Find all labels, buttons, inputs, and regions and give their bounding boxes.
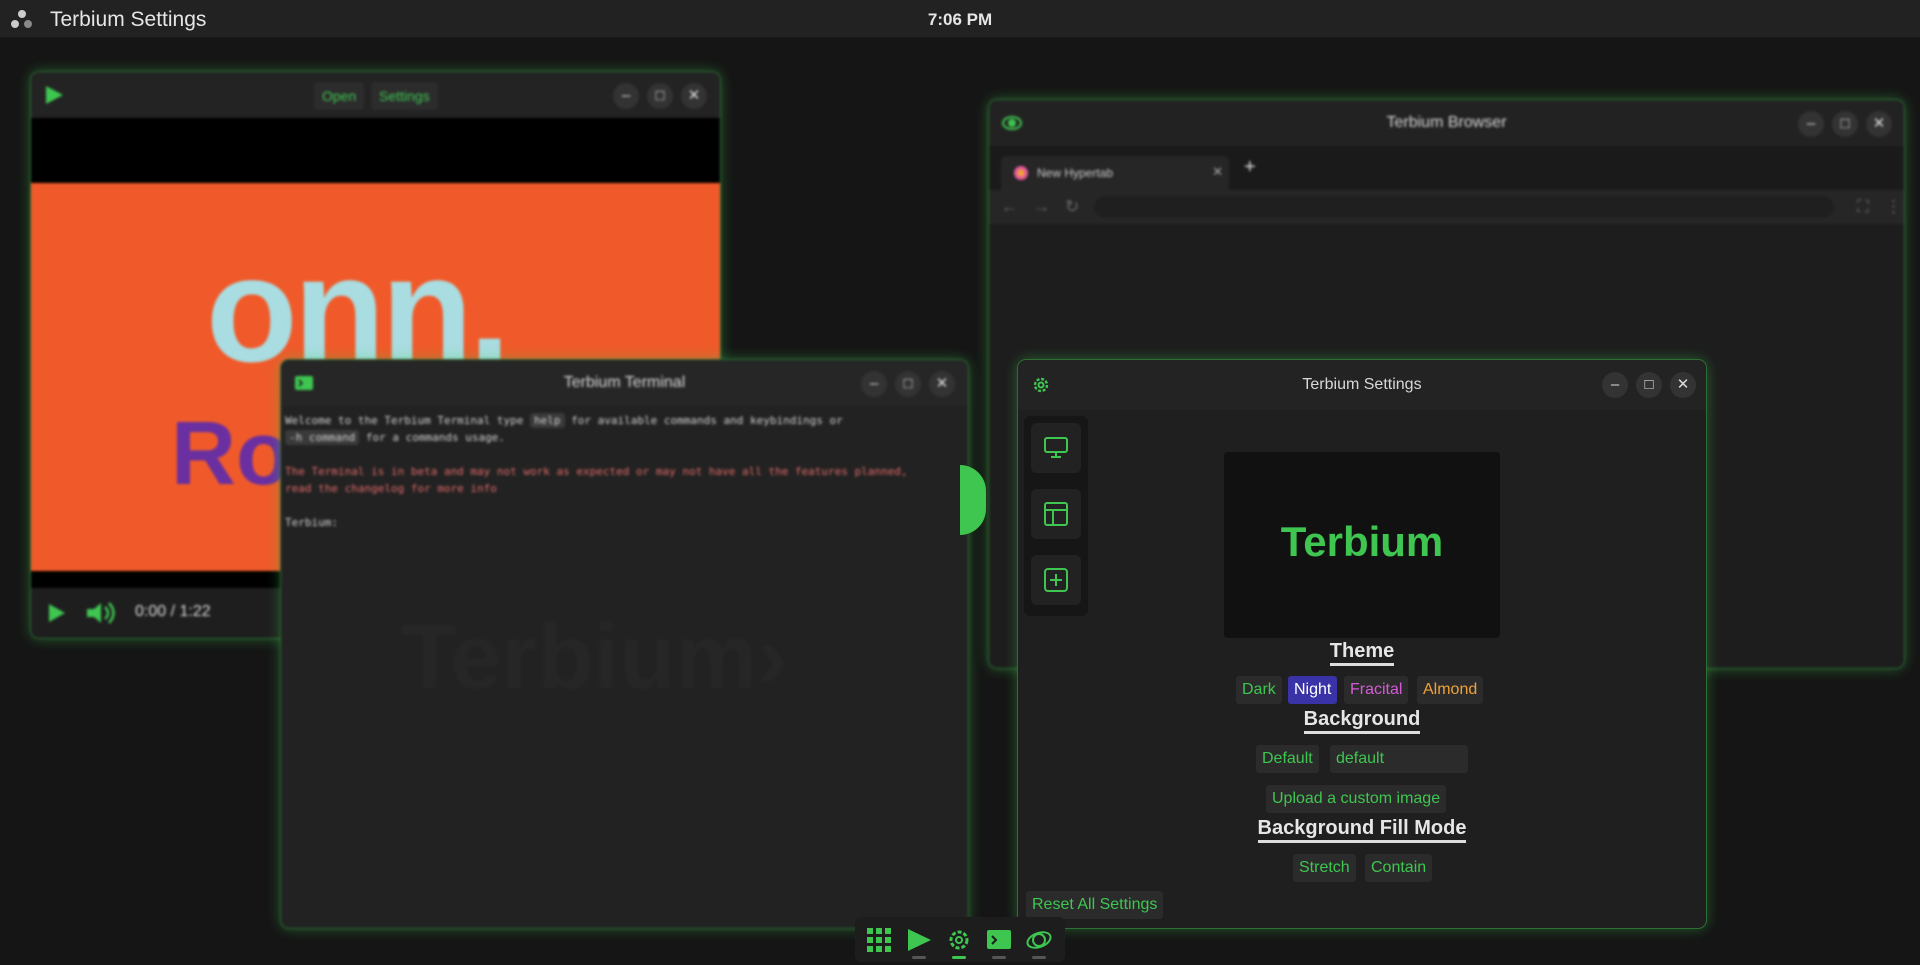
upload-image-button[interactable]: Upload a custom image	[1266, 785, 1447, 813]
settings-sidebar	[1024, 416, 1088, 616]
app-launcher-icon[interactable]	[865, 927, 893, 953]
running-indicator	[992, 956, 1006, 959]
back-icon[interactable]: ←	[1001, 197, 1018, 217]
theme-heading: Theme	[1018, 640, 1706, 666]
browser-dock-icon[interactable]	[1025, 927, 1053, 953]
volume-icon[interactable]	[85, 601, 119, 625]
fill-stretch-button[interactable]: Stretch	[1293, 854, 1356, 882]
clock[interactable]: 7:06 PM	[0, 10, 1920, 30]
fill-mode-heading: Background Fill Mode	[1018, 817, 1706, 843]
sidebar-item-add[interactable]	[1031, 555, 1081, 605]
terminal-warning-line-2: read the changelog for more info	[285, 482, 497, 495]
browser-titlebar[interactable]: Terbium Browser – □ ✕	[989, 100, 1904, 146]
media-player-dock-icon[interactable]	[905, 927, 933, 953]
layout-icon	[1044, 502, 1068, 526]
open-button[interactable]: Open	[314, 82, 365, 110]
fullscreen-icon[interactable]: ⛶	[1857, 197, 1869, 217]
minimize-button[interactable]: –	[613, 83, 639, 109]
background-heading: Background	[1018, 708, 1706, 734]
running-indicator	[1032, 956, 1046, 959]
play-icon[interactable]	[45, 602, 67, 624]
theme-preview: Terbium	[1224, 452, 1500, 638]
reload-icon[interactable]: ↻	[1065, 197, 1079, 217]
active-indicator	[952, 956, 966, 959]
fill-contain-button[interactable]: Contain	[1365, 854, 1433, 882]
terminal-prompt[interactable]: Terbium:	[285, 514, 964, 531]
background-input[interactable]: default	[1330, 745, 1468, 773]
reset-settings-button[interactable]: Reset All Settings	[1026, 891, 1164, 919]
forward-icon[interactable]: →	[1033, 197, 1050, 217]
browser-tab-strip: New Hypertab ✕ +	[989, 146, 1904, 190]
sidebar-item-layout[interactable]	[1031, 489, 1081, 539]
video-settings-button[interactable]: Settings	[371, 82, 438, 110]
theme-fracital-button[interactable]: Fracital	[1344, 676, 1409, 704]
maximize-button[interactable]: □	[1832, 111, 1858, 137]
terminal-warning-line: The Terminal is in beta and may not work…	[285, 465, 908, 478]
close-button[interactable]: ✕	[681, 83, 707, 109]
new-tab-button[interactable]: +	[1244, 156, 1256, 179]
minimize-button[interactable]: –	[1798, 111, 1824, 137]
preview-text: Terbium	[1280, 518, 1444, 565]
minimize-button[interactable]: –	[861, 371, 887, 397]
settings-window[interactable]: Terbium Settings – □ ✕ Terbium Theme Dar…	[1018, 360, 1706, 928]
plus-square-icon	[1044, 568, 1068, 592]
terminal-usage-line: -h command for a commands usage.	[285, 429, 964, 446]
terminal-dock-icon[interactable]	[985, 927, 1013, 953]
video-text-ro: Ro	[171, 404, 291, 504]
close-button[interactable]: ✕	[1866, 111, 1892, 137]
browser-title: Terbium Browser	[1386, 114, 1507, 131]
dock	[855, 917, 1065, 962]
terminal-titlebar[interactable]: Terbium Terminal – □ ✕	[281, 360, 968, 406]
maximize-button[interactable]: □	[895, 371, 921, 397]
maximize-button[interactable]: □	[647, 83, 673, 109]
theme-dark-button[interactable]: Dark	[1236, 676, 1282, 704]
tab-close-icon[interactable]: ✕	[1212, 164, 1223, 180]
minimize-button[interactable]: –	[1602, 372, 1628, 398]
close-button[interactable]: ✕	[1670, 372, 1696, 398]
address-bar[interactable]	[1094, 196, 1834, 218]
theme-almond-button[interactable]: Almond	[1417, 676, 1484, 704]
video-titlebar[interactable]: Open Settings – □ ✕	[31, 72, 720, 118]
settings-titlebar[interactable]: Terbium Settings – □ ✕	[1018, 360, 1706, 410]
browser-tab-label: New Hypertab	[1037, 166, 1114, 180]
monitor-icon	[1044, 437, 1068, 458]
running-indicator	[912, 956, 926, 959]
top-bar: Terbium Settings 7:06 PM	[0, 0, 1920, 38]
hypertab-icon	[1014, 166, 1028, 180]
close-button[interactable]: ✕	[929, 371, 955, 397]
background-default-button[interactable]: Default	[1256, 745, 1319, 773]
media-player-icon	[46, 86, 63, 104]
terminal-welcome-line: Welcome to the Terbium Terminal type hel…	[285, 413, 843, 428]
browser-toolbar: ← → ↻ ⛶ ⋮	[989, 190, 1904, 224]
theme-night-button[interactable]: Night	[1288, 676, 1338, 704]
browser-tab[interactable]: New Hypertab ✕	[1001, 156, 1229, 190]
sidebar-item-appearance[interactable]	[1031, 423, 1081, 473]
terminal-watermark: Terbium›	[401, 606, 788, 708]
maximize-button[interactable]: □	[1636, 372, 1662, 398]
menu-icon[interactable]: ⋮	[1885, 197, 1902, 217]
terminal-output[interactable]: Welcome to the Terbium Terminal type hel…	[285, 412, 964, 531]
terminal-window[interactable]: Terbium Terminal – □ ✕ Terbium› Welcome …	[281, 360, 968, 928]
hidden-window-edge	[960, 465, 986, 535]
settings-dock-icon[interactable]	[945, 927, 973, 953]
video-time: 0:00 / 1:22	[135, 603, 211, 620]
